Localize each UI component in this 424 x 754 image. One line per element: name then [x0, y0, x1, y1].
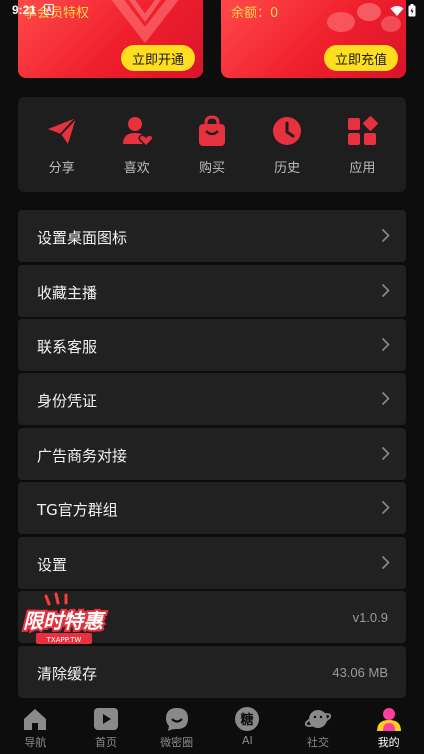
battery-icon [408, 4, 416, 17]
nav-label: AI [241, 734, 253, 747]
home-icon [24, 709, 47, 730]
shortcut-label: 分享 [48, 161, 75, 176]
menu-ads-business[interactable]: 广告商务对接 [18, 428, 406, 480]
like-user-icon [122, 117, 153, 147]
shortcut-history[interactable]: 历史 [252, 97, 322, 192]
shortcut-label: 应用 [349, 161, 376, 176]
menu-label: 设置 [37, 556, 68, 574]
badge-title: 限时特惠 [23, 609, 106, 633]
menu-settings[interactable]: 设置 [18, 537, 406, 589]
menu-desktop-icon[interactable]: 设置桌面图标 [18, 210, 406, 262]
nav-item-home[interactable]: 首页 [71, 702, 142, 754]
nav-item-ai[interactable]: 糖 AI [212, 702, 283, 754]
shortcut-label: 喜欢 [123, 161, 150, 176]
chevron-right-icon [381, 446, 390, 461]
bottom-nav: 导航 首页 微密圈 糖 AI 社交 我的 [0, 702, 424, 754]
shortcut-apps[interactable]: 应用 [327, 97, 397, 192]
shortcut-panel: 分享 喜欢 购买 历史 应用 [18, 97, 406, 192]
recharge-button[interactable]: 立即充值 [324, 45, 398, 71]
version-value: v1.0.9 [352, 610, 388, 625]
chevron-right-icon [381, 228, 390, 243]
menu-label: TG官方群组 [37, 501, 118, 519]
menu-label: 清除缓存 [37, 665, 98, 683]
play-icon [94, 708, 118, 730]
history-clock-icon [273, 117, 302, 145]
nav-item-guide[interactable]: 导航 [0, 702, 71, 754]
status-icons [390, 4, 416, 17]
chevron-right-icon [381, 337, 390, 352]
nav-label: 微密圈 [160, 736, 194, 749]
nav-label: 导航 [24, 736, 47, 749]
nav-label: 社交 [307, 736, 330, 749]
menu-favorite-hosts[interactable]: 收藏主播 [18, 265, 406, 317]
nav-label: 我的 [377, 736, 400, 749]
nav-item-circle[interactable]: 微密圈 [141, 702, 212, 754]
apps-icon [348, 116, 379, 145]
menu-label: 广告商务对接 [37, 447, 128, 465]
wifi-icon [390, 5, 404, 16]
menu-contact-service[interactable]: 联系客服 [18, 319, 406, 371]
shortcut-like[interactable]: 喜欢 [102, 97, 172, 192]
menu-identity[interactable]: 身份凭证 [18, 373, 406, 425]
chevron-right-icon [381, 283, 390, 298]
profile-page: 9:21 享会员特权 立即开通 余额：0 立即充值 分享 喜欢 购买 历史 应用… [0, 0, 424, 754]
badge-subtitle: TXAPP.TW [46, 636, 82, 644]
chevron-right-icon [381, 391, 390, 406]
cache-size-value: 43.06 MB [332, 665, 388, 680]
menu-label: 身份凭证 [37, 392, 98, 410]
shortcut-label: 购买 [198, 161, 225, 176]
menu-tg-group[interactable]: TG官方群组 [18, 482, 406, 534]
status-time: 9:21 [12, 3, 37, 17]
profile-avatar-icon [376, 708, 401, 731]
chevron-right-icon [381, 500, 390, 515]
share-icon [47, 117, 77, 144]
nav-label: 首页 [95, 736, 117, 749]
shortcut-share[interactable]: 分享 [27, 97, 97, 192]
notification-a-icon [44, 4, 54, 15]
smile-chat-icon [165, 708, 188, 731]
ai-candy-icon: 糖 [235, 707, 260, 731]
open-vip-button[interactable]: 立即开通 [121, 45, 195, 71]
chevron-right-icon [381, 555, 390, 570]
menu-clear-cache[interactable]: 清除缓存 43.06 MB [18, 646, 406, 698]
svg-text:糖: 糖 [241, 712, 254, 728]
limited-offer-badge[interactable]: 限时特惠 TXAPP.TW [16, 592, 110, 648]
nav-item-mine[interactable]: 我的 [353, 702, 424, 754]
nav-item-social[interactable]: 社交 [283, 702, 354, 754]
menu-label: 设置桌面图标 [37, 229, 128, 247]
menu-label: 收藏主播 [37, 284, 98, 302]
menu-label: 联系客服 [37, 338, 98, 356]
shortcut-buy[interactable]: 购买 [177, 97, 247, 192]
shopping-bag-icon [198, 115, 225, 146]
shortcut-label: 历史 [274, 161, 301, 176]
status-bar: 9:21 [0, 0, 424, 22]
planet-icon [305, 710, 332, 728]
